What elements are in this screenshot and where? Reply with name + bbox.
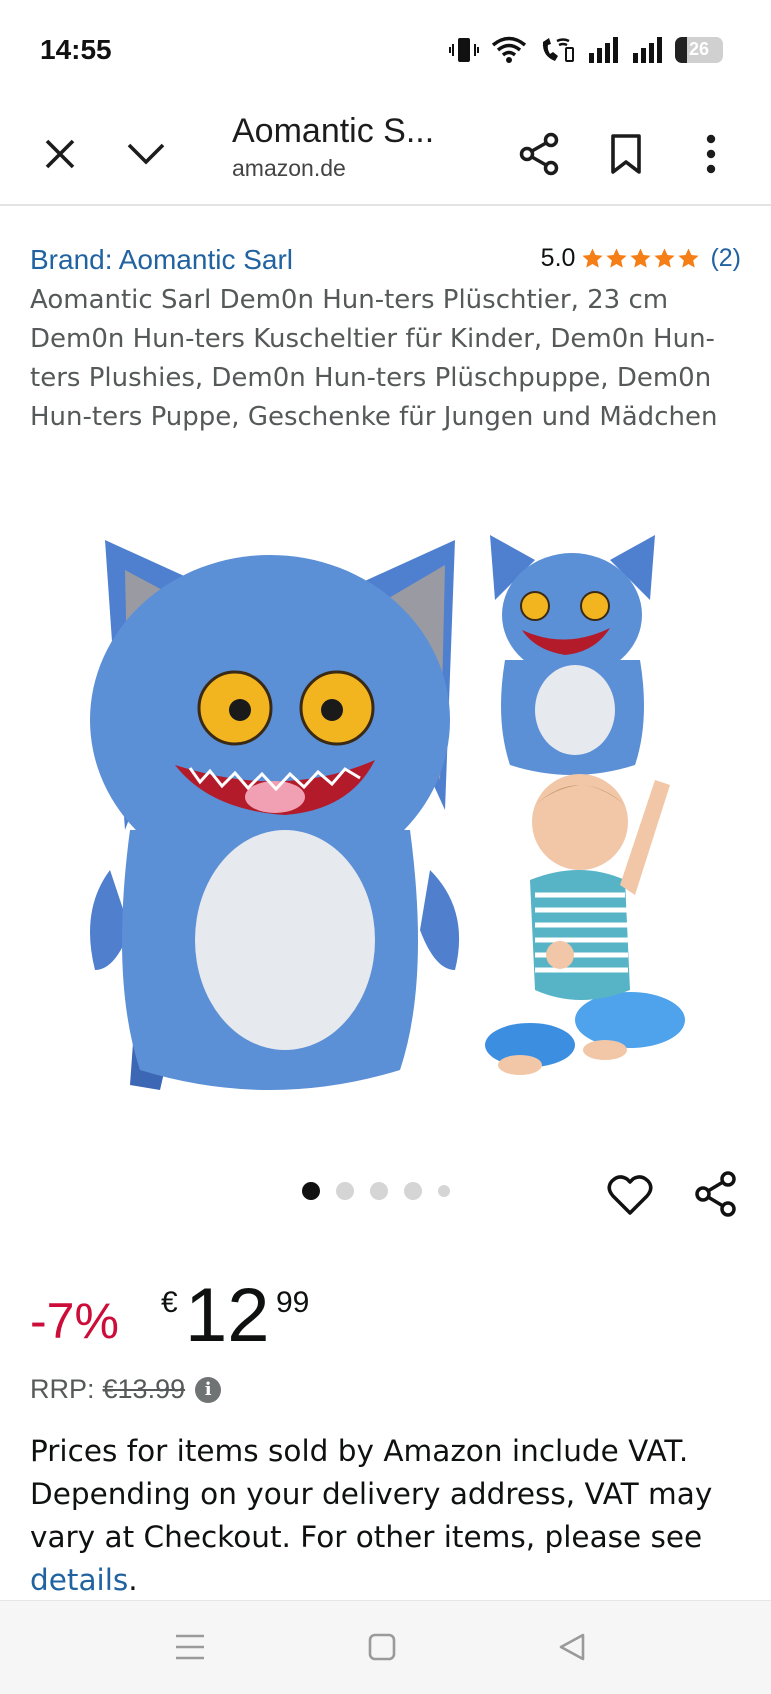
back-button[interactable] <box>542 1621 602 1673</box>
discount-badge: -7% <box>30 1293 119 1349</box>
vat-notice-text: Prices for items sold by Amazon include … <box>30 1434 713 1554</box>
status-time: 14:55 <box>40 34 112 65</box>
heart-icon <box>607 1175 653 1215</box>
minimize-button[interactable] <box>114 122 178 186</box>
plush-thumbnail-image <box>490 535 655 775</box>
vat-details-link[interactable]: details <box>30 1563 128 1597</box>
product-title: Aomantic Sarl Dem0n Hun-ters Plüschtier,… <box>30 285 718 432</box>
star-icon <box>654 248 675 268</box>
main-plush-image <box>90 540 460 1090</box>
rrp-row: RRP: €13.99 i <box>30 1374 222 1405</box>
status-bar: 14:55 26 <box>0 0 771 100</box>
price-fraction: 99 <box>276 1286 310 1319</box>
page-title-block[interactable]: Aomantic S... amazon.de <box>232 112 462 182</box>
share-icon <box>519 132 559 176</box>
more-vert-icon <box>706 134 716 174</box>
battery-level: 26 <box>688 39 710 59</box>
wifi-calling-icon <box>542 38 574 62</box>
star-icon <box>606 248 627 268</box>
wishlist-button[interactable] <box>600 1165 660 1225</box>
brand-link[interactable]: Brand: Aomantic Sarl <box>30 244 293 276</box>
page-domain: amazon.de <box>232 155 346 181</box>
browser-toolbar: Aomantic S... amazon.de <box>0 100 771 206</box>
menu-icon <box>176 1634 204 1660</box>
rating-value: 5.0 <box>540 244 576 272</box>
rating-count: (2) <box>710 244 741 272</box>
child-photo-image <box>485 774 685 1075</box>
vat-notice: Prices for items sold by Amazon include … <box>30 1430 750 1602</box>
signal-icon-1 <box>589 37 618 63</box>
star-rating <box>581 247 700 270</box>
product-share-button[interactable] <box>686 1164 746 1224</box>
close-icon <box>45 139 75 169</box>
status-icons: 26 <box>449 36 723 64</box>
gallery-dot-5[interactable] <box>438 1185 450 1197</box>
star-icon <box>678 248 699 268</box>
recent-apps-button[interactable] <box>160 1621 220 1673</box>
star-icon <box>582 248 603 268</box>
rrp-price: €13.99 <box>102 1374 186 1404</box>
bookmark-icon <box>611 134 641 174</box>
page-title: Aomantic S... <box>232 112 435 150</box>
back-triangle-icon <box>559 1633 585 1661</box>
gallery-dot-3[interactable] <box>370 1182 388 1200</box>
home-square-icon <box>368 1633 396 1661</box>
share-icon <box>695 1171 736 1217</box>
price-currency: € <box>161 1286 178 1319</box>
battery-icon: 26 <box>675 37 723 63</box>
gallery-dot-2[interactable] <box>336 1182 354 1200</box>
close-button[interactable] <box>28 122 92 186</box>
signal-icon-2 <box>633 37 662 63</box>
price-whole: 12 <box>185 1273 270 1358</box>
system-navigation-bar <box>0 1600 771 1694</box>
brand-row: Brand: Aomantic Sarl 5.0 (2) <box>30 244 741 280</box>
star-icon <box>630 248 651 268</box>
info-icon[interactable]: i <box>195 1376 222 1403</box>
share-button[interactable] <box>508 122 572 186</box>
gallery-dot-4[interactable] <box>404 1182 422 1200</box>
home-button[interactable] <box>352 1621 412 1673</box>
vibrate-icon <box>449 38 479 62</box>
gallery-dot-1[interactable] <box>302 1182 320 1200</box>
product-image-gallery[interactable] <box>0 510 771 1110</box>
chevron-down-icon <box>127 143 165 165</box>
rrp-label: RRP: <box>30 1374 95 1404</box>
more-options-button[interactable] <box>679 122 743 186</box>
bookmark-button[interactable] <box>594 122 658 186</box>
rating[interactable]: 5.0 (2) <box>541 244 741 273</box>
vat-notice-end: . <box>128 1563 138 1597</box>
wifi-icon <box>491 36 527 63</box>
gallery-pagination <box>302 1182 450 1200</box>
